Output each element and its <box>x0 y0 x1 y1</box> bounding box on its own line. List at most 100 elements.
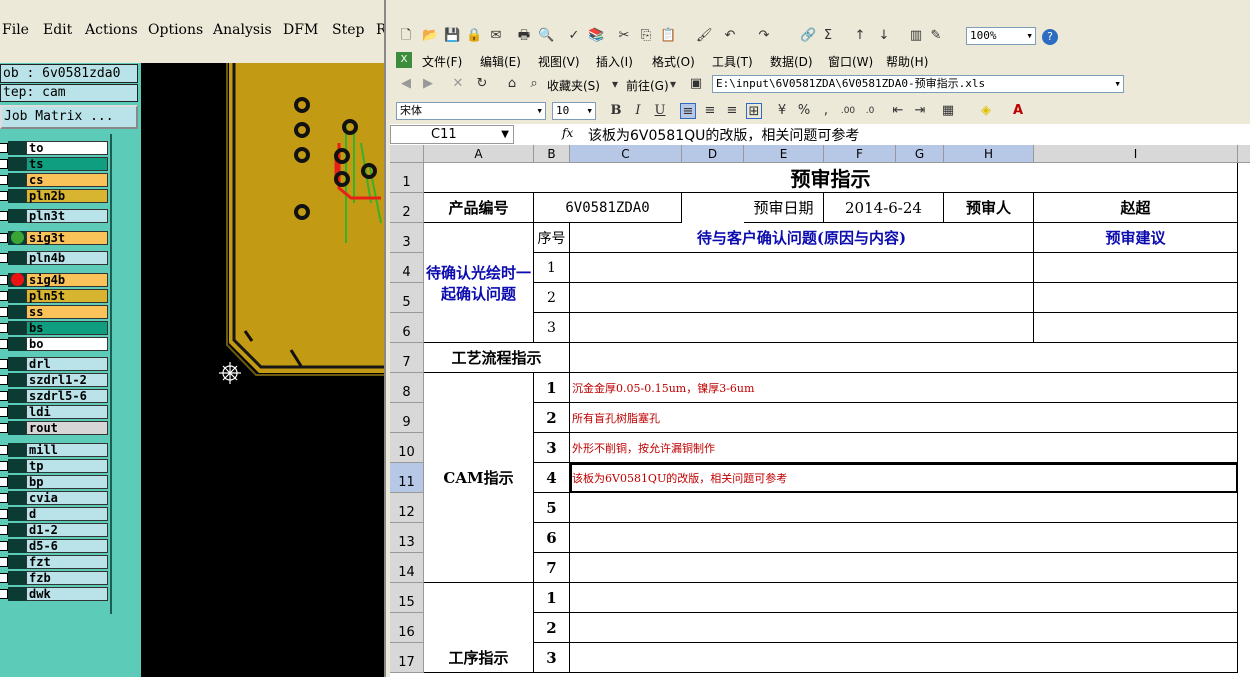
layer-name[interactable]: rout <box>26 421 108 435</box>
layer-checkbox[interactable] <box>0 359 8 369</box>
chart-wizard-icon[interactable]: ▥ <box>908 28 924 44</box>
layer-checkbox[interactable] <box>0 477 8 487</box>
layer-row[interactable]: sig4b <box>0 273 110 287</box>
hyperlink-icon[interactable]: 🔗 <box>800 28 816 44</box>
advice-cell[interactable] <box>1034 253 1238 283</box>
cam-menu-7[interactable]: R <box>376 22 384 38</box>
print-icon[interactable]: 🖶 <box>516 28 532 44</box>
layer-name[interactable]: ts <box>26 157 108 171</box>
align-left-icon[interactable]: ≡ <box>680 103 696 119</box>
column-header-D[interactable]: D <box>682 145 744 163</box>
cam-menu-1[interactable]: Edit <box>43 22 72 38</box>
row-header-12[interactable]: 12 <box>390 493 424 523</box>
name-box[interactable]: C11 ▼ <box>390 125 514 144</box>
cam-item[interactable]: 沉金金厚0.05-0.15um，镍厚3-6um <box>570 373 1238 403</box>
review-date-label[interactable]: 预审日期 <box>744 193 824 223</box>
layer-row[interactable]: d5-6 <box>0 539 110 553</box>
address-field[interactable]: E:\input\6V0581ZDA\6V0581ZDA0-预审指示.xls ▾ <box>712 75 1124 93</box>
cam-menu-3[interactable]: Options <box>148 22 203 38</box>
layer-checkbox[interactable] <box>0 143 8 153</box>
column-header-G[interactable]: G <box>896 145 944 163</box>
cam-number[interactable]: 1 <box>534 373 570 403</box>
stop-icon[interactable]: ✕ <box>450 76 466 92</box>
back-icon[interactable]: ◀ <box>398 76 414 92</box>
layer-row[interactable]: mill <box>0 443 110 457</box>
layer-name[interactable]: tp <box>26 459 108 473</box>
advice-cell[interactable] <box>1034 283 1238 313</box>
layer-name[interactable]: cvia <box>26 491 108 505</box>
select-all-corner[interactable] <box>390 145 424 163</box>
layer-row[interactable]: to <box>0 141 110 155</box>
refresh-icon[interactable]: ↻ <box>474 76 490 92</box>
layer-checkbox[interactable] <box>0 445 8 455</box>
layer-name[interactable]: fzt <box>26 555 108 569</box>
percent-icon[interactable]: % <box>796 103 812 119</box>
layer-row[interactable]: szdrl5-6 <box>0 389 110 403</box>
row-header-17[interactable]: 17 <box>390 643 424 673</box>
layer-name[interactable]: ss <box>26 305 108 319</box>
redo-icon[interactable]: ↷ <box>756 28 772 44</box>
title-cell[interactable]: 预审指示 <box>424 163 1238 193</box>
layer-name[interactable]: drl <box>26 357 108 371</box>
column-header-C[interactable]: C <box>570 145 682 163</box>
bold-icon[interactable]: B <box>608 103 624 119</box>
layer-row[interactable]: sig3t <box>0 231 110 245</box>
column-header-H[interactable]: H <box>944 145 1034 163</box>
cam-number[interactable]: 2 <box>534 403 570 433</box>
row-header-11[interactable]: 11 <box>390 463 424 493</box>
layer-checkbox[interactable] <box>0 211 8 221</box>
row-header-2[interactable]: 2 <box>390 193 424 223</box>
cut-icon[interactable]: ✂ <box>616 28 632 44</box>
fill-color-icon[interactable]: ◈ <box>978 103 994 119</box>
row-header-9[interactable]: 9 <box>390 403 424 433</box>
advice-cell[interactable] <box>1034 313 1238 343</box>
column-header-F[interactable]: F <box>824 145 896 163</box>
print-preview-icon[interactable]: 🔍 <box>538 28 554 44</box>
row-header-10[interactable]: 10 <box>390 433 424 463</box>
layer-name[interactable]: sig4b <box>26 273 108 287</box>
italic-icon[interactable]: I <box>630 103 646 119</box>
excel-menu-item[interactable]: 格式(O) <box>652 53 695 70</box>
proc-item[interactable] <box>570 583 1238 613</box>
excel-menu-item[interactable]: 文件(F) <box>422 53 462 70</box>
layer-row[interactable]: pln4b <box>0 251 110 265</box>
spelling-icon[interactable]: ✓ <box>566 28 582 44</box>
layer-checkbox[interactable] <box>0 275 8 285</box>
review-date-value[interactable]: 2014-6-24 <box>824 193 944 223</box>
excel-menu-item[interactable]: 帮助(H) <box>886 53 928 70</box>
proc-number[interactable]: 1 <box>534 583 570 613</box>
issues-header[interactable]: 待与客户确认问题(原因与内容) <box>570 223 1034 253</box>
new-icon[interactable]: 🗋 <box>398 28 414 44</box>
row-header-1[interactable]: 1 <box>390 163 424 193</box>
excel-menu-item[interactable]: 数据(D) <box>770 53 813 70</box>
layer-name[interactable]: pln3t <box>26 209 108 223</box>
product-no-label[interactable]: 产品编号 <box>424 193 534 223</box>
layer-name[interactable]: mill <box>26 443 108 457</box>
row-header-8[interactable]: 8 <box>390 373 424 403</box>
formula-input[interactable]: 该板为6V0581QU的改版，相关问题可参考 <box>588 125 859 145</box>
row-header-7[interactable]: 7 <box>390 343 424 373</box>
zoom-select[interactable]: 100% ▾ <box>966 27 1036 45</box>
layer-checkbox[interactable] <box>0 191 8 201</box>
seq-number[interactable]: 1 <box>534 253 570 283</box>
proc-label[interactable]: 工序指示 <box>424 583 534 673</box>
layer-name[interactable]: szdrl1-2 <box>26 373 108 387</box>
increase-indent-icon[interactable]: ⇥ <box>912 103 928 119</box>
layer-checkbox[interactable] <box>0 307 8 317</box>
layer-row[interactable]: bo <box>0 337 110 351</box>
reviewer-value[interactable]: 赵超 <box>1034 193 1238 223</box>
row-header-16[interactable]: 16 <box>390 613 424 643</box>
row-header-4[interactable]: 4 <box>390 253 424 283</box>
layer-row[interactable]: d <box>0 507 110 521</box>
layer-checkbox[interactable] <box>0 541 8 551</box>
layer-name[interactable]: bp <box>26 475 108 489</box>
decrease-indent-icon[interactable]: ⇤ <box>890 103 906 119</box>
email-icon[interactable]: ✉ <box>488 28 504 44</box>
layer-checkbox[interactable] <box>0 375 8 385</box>
align-right-icon[interactable]: ≡ <box>724 103 740 119</box>
layer-row[interactable]: cvia <box>0 491 110 505</box>
cam-item[interactable]: 所有盲孔树脂塞孔 <box>570 403 1238 433</box>
layer-checkbox[interactable] <box>0 175 8 185</box>
layer-row[interactable]: pln2b <box>0 189 110 203</box>
underline-icon[interactable]: U <box>652 103 668 119</box>
